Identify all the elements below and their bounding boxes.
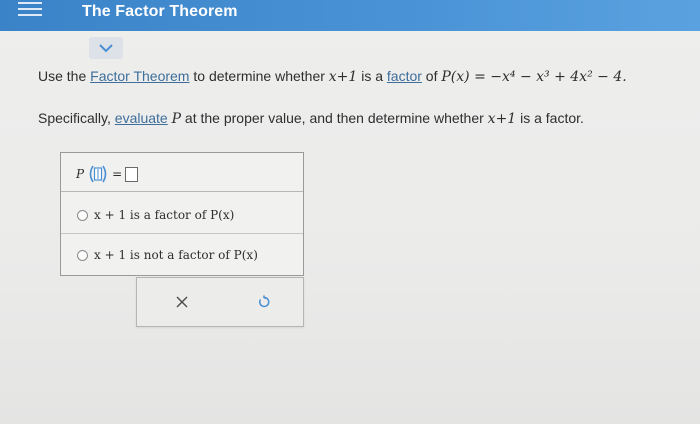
page-title: The Factor Theorem <box>82 3 238 20</box>
undo-icon <box>259 295 270 308</box>
divider <box>61 233 303 234</box>
option-is-factor[interactable]: x + 1 is a factor of P(x) <box>77 208 234 222</box>
parentheses-box-icon <box>89 165 107 183</box>
question-line-2: Specifically, evaluate P at the proper v… <box>38 110 584 127</box>
text: of <box>421 68 442 84</box>
math-expression: x+1 <box>328 69 358 85</box>
answer-panel: P = x + 1 is a factor of P(x) x + 1 is n… <box>60 152 304 276</box>
option-is-not-factor[interactable]: x + 1 is not a factor of P(x) <box>77 248 258 262</box>
question-line-1: Use the Factor Theorem to determine whet… <box>38 68 627 85</box>
undo-button[interactable] <box>251 290 277 314</box>
factor-theorem-link[interactable]: Factor Theorem <box>90 68 189 84</box>
collapse-button[interactable] <box>89 37 123 59</box>
function-letter: P <box>76 167 85 181</box>
option-label: x + 1 is a factor of P(x) <box>94 208 235 222</box>
evaluation-row: P = <box>61 153 303 192</box>
option-label: x + 1 is not a factor of P(x) <box>94 248 258 262</box>
text: to determine whether <box>189 68 329 84</box>
radio-button[interactable] <box>77 249 88 261</box>
text: is a factor. <box>516 110 584 126</box>
x-icon <box>176 296 188 308</box>
equals-sign: = <box>112 167 123 181</box>
math-variable: P <box>171 111 182 127</box>
text: is a <box>357 68 387 84</box>
clear-button[interactable] <box>169 290 195 314</box>
math-expression: x+1 <box>487 111 517 127</box>
text: Specifically, <box>38 110 115 126</box>
chevron-down-icon <box>99 44 113 53</box>
header-bar: The Factor Theorem <box>0 0 700 31</box>
hamburger-menu-icon[interactable] <box>18 2 42 20</box>
text: at the proper value, and then determine … <box>181 110 488 126</box>
action-panel <box>136 277 304 327</box>
result-input[interactable] <box>125 166 139 182</box>
factor-link[interactable]: factor <box>387 68 422 84</box>
text: Use the <box>38 68 91 84</box>
argument-input[interactable] <box>87 164 109 184</box>
evaluate-link[interactable]: evaluate <box>115 110 168 126</box>
function-evaluation: P = <box>76 164 139 184</box>
polynomial-expression: P(x) = −x⁴ − x³ + 4x² − 4. <box>441 69 627 85</box>
radio-button[interactable] <box>77 209 88 221</box>
